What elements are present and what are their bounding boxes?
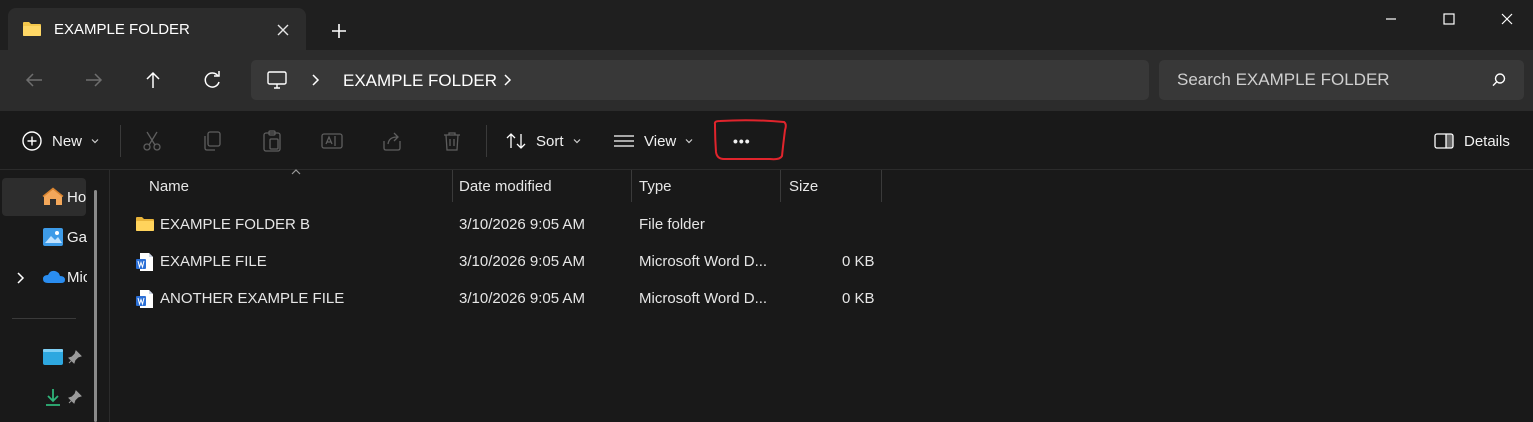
navigation-pane: Home Gallery Microsoft OneDrive bbox=[0, 170, 110, 422]
folder-icon bbox=[136, 217, 154, 231]
quick-access-downloads[interactable] bbox=[2, 378, 86, 416]
rename-icon[interactable] bbox=[320, 129, 344, 153]
details-pane-button[interactable]: Details bbox=[1433, 111, 1510, 171]
gallery-icon bbox=[43, 228, 63, 246]
forward-arrow-icon[interactable] bbox=[80, 66, 108, 94]
file-date-modified: 3/10/2026 9:05 AM bbox=[459, 290, 585, 307]
file-size: 0 KB bbox=[842, 290, 875, 307]
share-icon[interactable] bbox=[380, 129, 404, 153]
word-document-icon bbox=[136, 290, 153, 308]
plus-circle-icon bbox=[22, 131, 42, 151]
annotation-highlight bbox=[713, 119, 787, 161]
search-input[interactable] bbox=[1159, 60, 1479, 100]
view-list-icon bbox=[614, 135, 634, 147]
details-label: Details bbox=[1464, 132, 1510, 150]
column-separator[interactable] bbox=[881, 170, 882, 202]
downloads-icon bbox=[46, 389, 60, 406]
toolbar-divider bbox=[486, 125, 487, 157]
refresh-icon[interactable] bbox=[198, 66, 226, 94]
view-label: View bbox=[644, 132, 677, 150]
column-header-date-modified[interactable]: Date modified bbox=[459, 170, 552, 202]
search-box[interactable] bbox=[1159, 60, 1524, 100]
minimize-button[interactable] bbox=[1368, 4, 1414, 34]
new-label: New bbox=[52, 132, 83, 150]
tab-example-folder[interactable]: EXAMPLE FOLDER bbox=[8, 8, 306, 50]
delete-icon[interactable] bbox=[440, 129, 464, 153]
chevron-down-icon bbox=[685, 139, 693, 144]
details-pane-icon bbox=[1434, 133, 1454, 149]
search-icon[interactable] bbox=[1491, 72, 1507, 88]
file-type: File folder bbox=[639, 216, 705, 233]
quick-access-desktop[interactable] bbox=[2, 338, 86, 376]
column-separator[interactable] bbox=[631, 170, 632, 202]
file-name[interactable]: ANOTHER EXAMPLE FILE bbox=[160, 290, 344, 307]
file-row[interactable]: EXAMPLE FOLDER B 3/10/2026 9:05 AM File … bbox=[110, 207, 1533, 243]
word-document-icon bbox=[136, 253, 153, 271]
back-arrow-icon[interactable] bbox=[20, 66, 48, 94]
file-name[interactable]: EXAMPLE FILE bbox=[160, 253, 267, 270]
file-date-modified: 3/10/2026 9:05 AM bbox=[459, 253, 585, 270]
file-size: 0 KB bbox=[842, 253, 875, 270]
column-separator[interactable] bbox=[452, 170, 453, 202]
file-row[interactable]: EXAMPLE FILE 3/10/2026 9:05 AM Microsoft… bbox=[110, 244, 1533, 280]
toolbar-divider bbox=[120, 125, 121, 157]
view-button[interactable]: View bbox=[612, 111, 694, 171]
close-tab-icon[interactable] bbox=[272, 19, 294, 41]
tab-title: EXAMPLE FOLDER bbox=[54, 21, 190, 38]
column-header-type[interactable]: Type bbox=[639, 170, 672, 202]
sort-label: Sort bbox=[536, 132, 564, 150]
paste-icon[interactable] bbox=[260, 129, 284, 153]
pin-icon[interactable] bbox=[68, 350, 82, 364]
file-date-modified: 3/10/2026 9:05 AM bbox=[459, 216, 585, 233]
nav-item-home[interactable]: Home bbox=[2, 178, 87, 216]
nav-item-label: Gallery bbox=[67, 229, 87, 246]
nav-item-label: Home bbox=[67, 189, 87, 206]
home-icon bbox=[42, 187, 64, 205]
folder-icon bbox=[23, 22, 41, 36]
title-bar: EXAMPLE FOLDER bbox=[0, 0, 1533, 50]
file-type: Microsoft Word D... bbox=[639, 290, 768, 307]
close-window-button[interactable] bbox=[1484, 4, 1530, 34]
navigation-bar: EXAMPLE FOLDER bbox=[0, 50, 1533, 110]
breadcrumb-example-folder[interactable]: EXAMPLE FOLDER bbox=[343, 71, 497, 91]
sort-icon bbox=[506, 133, 526, 149]
file-name[interactable]: EXAMPLE FOLDER B bbox=[160, 216, 310, 233]
file-type: Microsoft Word D... bbox=[639, 253, 768, 270]
nav-divider bbox=[12, 318, 76, 319]
column-header-size[interactable]: Size bbox=[789, 170, 818, 202]
sort-button[interactable]: Sort bbox=[505, 111, 582, 171]
cut-icon[interactable] bbox=[140, 129, 164, 153]
new-tab-button[interactable] bbox=[326, 18, 352, 44]
pin-icon[interactable] bbox=[68, 390, 82, 404]
file-row[interactable]: ANOTHER EXAMPLE FILE 3/10/2026 9:05 AM M… bbox=[110, 281, 1533, 317]
desktop-icon bbox=[43, 349, 63, 365]
copy-icon[interactable] bbox=[200, 129, 224, 153]
new-button[interactable]: New bbox=[21, 111, 100, 171]
nav-item-label: Microsoft OneDrive bbox=[67, 269, 87, 286]
onedrive-icon bbox=[43, 270, 65, 283]
column-header-name[interactable]: Name bbox=[149, 170, 189, 202]
chevron-right-icon[interactable] bbox=[502, 73, 514, 87]
column-header-row: Name Date modified Type Size bbox=[110, 170, 1533, 202]
chevron-right-icon[interactable] bbox=[310, 73, 322, 87]
chevron-down-icon bbox=[91, 139, 99, 144]
up-arrow-icon[interactable] bbox=[139, 66, 167, 94]
nav-item-onedrive[interactable]: Microsoft OneDrive bbox=[2, 258, 87, 296]
nav-item-gallery[interactable]: Gallery bbox=[2, 218, 87, 256]
address-bar[interactable]: EXAMPLE FOLDER bbox=[251, 60, 1149, 100]
maximize-button[interactable] bbox=[1426, 4, 1472, 34]
nav-pane-scrollbar[interactable] bbox=[94, 190, 97, 422]
this-pc-icon bbox=[267, 71, 287, 89]
column-separator[interactable] bbox=[780, 170, 781, 202]
chevron-down-icon bbox=[573, 139, 580, 144]
